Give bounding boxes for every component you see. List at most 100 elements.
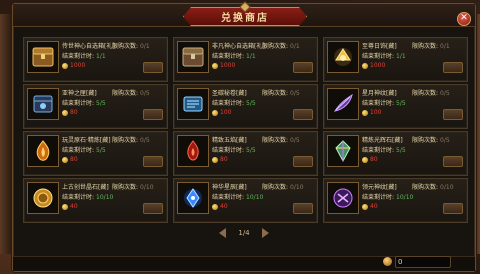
item-name: 神华星辰[藏] <box>212 184 247 191</box>
shop-item-card[interactable]: 领元神纹[藏] 限购次数: 0/10 结束剩计时: 10/10 40 <box>323 178 468 223</box>
item-count: 结束剩计时: 1/1 <box>362 51 406 60</box>
item-icon-slot[interactable] <box>177 88 209 120</box>
item-limit-label: 限购次数: <box>112 90 139 97</box>
item-price-value: 80 <box>70 156 78 163</box>
purple-rune-icon <box>333 188 353 208</box>
item-count-value: 5/5 <box>246 147 256 154</box>
item-count-value: 5/5 <box>96 100 106 107</box>
item-price-value: 80 <box>370 156 378 163</box>
item-price-value: 40 <box>370 203 378 210</box>
red-flame-icon <box>187 140 199 161</box>
item-count: 结束剩计时: 10/10 <box>62 192 113 201</box>
close-button[interactable]: ✕ <box>457 12 471 26</box>
buy-button[interactable] <box>143 156 163 167</box>
shop-item-card[interactable]: 精致五焰[藏] 限购次数: 0/5 结束剩计时: 5/5 80 <box>173 131 318 176</box>
shop-item-card[interactable]: 精炼光辉石[藏] 限购次数: 0/5 结束剩计时: 5/5 80 <box>323 131 468 176</box>
item-limit: 限购次数: 0/5 <box>262 135 300 144</box>
item-limit-value: 0/5 <box>140 137 150 144</box>
item-count: 结束剩计时: 5/5 <box>62 98 106 107</box>
item-price: 80 <box>212 156 228 163</box>
item-price: 80 <box>62 156 78 163</box>
silver-chest-icon <box>182 47 204 67</box>
item-name: 亚神之匣[藏] <box>62 90 97 97</box>
buy-button[interactable] <box>293 62 313 73</box>
buy-button[interactable] <box>143 62 163 73</box>
item-price: 80 <box>362 156 378 163</box>
item-limit: 限购次数: 0/10 <box>112 182 154 191</box>
item-count-value: 10/10 <box>396 194 414 201</box>
item-limit-label: 限购次数: <box>412 184 439 191</box>
item-name: 上古创世晶石[藏] <box>62 184 109 191</box>
blue-scroll-icon <box>183 96 203 112</box>
item-limit-value: 0/10 <box>140 184 154 191</box>
coin-icon <box>62 109 68 116</box>
item-name: 至尊日饰[藏] <box>362 43 397 50</box>
item-name: 星月神纹[藏] <box>362 90 397 97</box>
exchange-shop-window: 兑换商店 ✕ 传世神心自选箱[礼] 限购次数: 0/1 结束剩计时: 1/1 100… <box>12 1 476 272</box>
shop-item-card[interactable]: 至尊日饰[藏] 限购次数: 0/1 结束剩计时: 1/1 1000 <box>323 37 468 82</box>
shop-item-card[interactable]: 星月神纹[藏] 限购次数: 0/5 结束剩计时: 5/5 100 <box>323 84 468 129</box>
buy-button[interactable] <box>443 109 463 120</box>
shop-item-card[interactable]: 传世神心自选箱[礼] 限购次数: 0/1 结束剩计时: 1/1 1000 <box>23 37 168 82</box>
coin-icon <box>362 156 368 163</box>
item-price: 80 <box>62 109 78 116</box>
gold-coin-orb-icon <box>33 188 53 208</box>
shop-item-card[interactable]: 玩灵原石·精炼[藏] 限购次数: 0/5 结束剩计时: 5/5 80 <box>23 131 168 176</box>
item-limit-label: 限购次数: <box>262 184 289 191</box>
currency-value: 0 <box>398 258 403 266</box>
coin-icon <box>62 62 68 69</box>
buy-button[interactable] <box>443 203 463 214</box>
shop-item-card[interactable]: 非凡神心自选箱[礼] 限购次数: 0/1 结束剩计时: 1/1 1000 <box>173 37 318 82</box>
item-icon-slot[interactable] <box>327 88 359 120</box>
item-name: 圣碳秘卷[藏] <box>212 90 247 97</box>
shop-item-card[interactable]: 亚神之匣[藏] 限购次数: 0/5 结束剩计时: 5/5 80 <box>23 84 168 129</box>
item-count-value: 5/5 <box>246 100 256 107</box>
item-icon-slot[interactable] <box>327 41 359 73</box>
buy-button[interactable] <box>143 203 163 214</box>
coin-icon <box>212 156 218 163</box>
item-icon-slot[interactable] <box>27 182 59 214</box>
coin-icon <box>62 203 68 210</box>
item-limit-value: 0/10 <box>440 184 454 191</box>
item-icon-slot[interactable] <box>27 135 59 167</box>
item-icon-slot[interactable] <box>177 135 209 167</box>
item-price-value: 1000 <box>370 62 386 69</box>
buy-button[interactable] <box>443 62 463 73</box>
item-icon-slot[interactable] <box>327 182 359 214</box>
item-limit-label: 限购次数: <box>112 43 139 50</box>
item-price: 1000 <box>62 62 85 69</box>
blue-crystal-icon <box>184 188 202 208</box>
item-limit-label: 限购次数: <box>112 137 139 144</box>
item-limit-value: 0/1 <box>140 43 150 50</box>
background-pillar-left <box>0 14 12 254</box>
item-price: 1000 <box>362 62 385 69</box>
prev-page-arrow-icon[interactable] <box>219 228 227 238</box>
item-count-label: 结束剩计时: <box>212 100 245 107</box>
next-page-arrow-icon[interactable] <box>261 228 269 238</box>
item-icon-slot[interactable] <box>27 41 59 73</box>
buy-button[interactable] <box>443 156 463 167</box>
buy-button[interactable] <box>293 109 313 120</box>
shop-item-card[interactable]: 神华星辰[藏] 限购次数: 0/10 结束剩计时: 10/10 40 <box>173 178 318 223</box>
item-count: 结束剩计时: 5/5 <box>212 145 256 154</box>
item-icon-slot[interactable] <box>327 135 359 167</box>
item-count: 结束剩计时: 5/5 <box>362 98 406 107</box>
shop-item-card[interactable]: 圣碳秘卷[藏] 限购次数: 0/5 结束剩计时: 5/5 100 <box>173 84 318 129</box>
item-count: 结束剩计时: 1/1 <box>62 51 106 60</box>
item-limit: 限购次数: 0/10 <box>262 182 304 191</box>
item-price: 40 <box>362 203 378 210</box>
item-limit-label: 限购次数: <box>262 137 289 144</box>
item-count-value: 5/5 <box>396 100 406 107</box>
item-count-label: 结束剩计时: <box>62 194 95 201</box>
buy-button[interactable] <box>293 203 313 214</box>
item-icon-slot[interactable] <box>177 41 209 73</box>
item-icon-slot[interactable] <box>177 182 209 214</box>
item-limit-label: 限购次数: <box>262 43 289 50</box>
shop-item-card[interactable]: 上古创世晶石[藏] 限购次数: 0/10 结束剩计时: 10/10 40 <box>23 178 168 223</box>
item-count-label: 结束剩计时: <box>362 194 395 201</box>
item-price-value: 40 <box>70 203 78 210</box>
buy-button[interactable] <box>293 156 313 167</box>
item-icon-slot[interactable] <box>27 88 59 120</box>
buy-button[interactable] <box>143 109 163 120</box>
item-count-label: 结束剩计时: <box>62 100 95 107</box>
